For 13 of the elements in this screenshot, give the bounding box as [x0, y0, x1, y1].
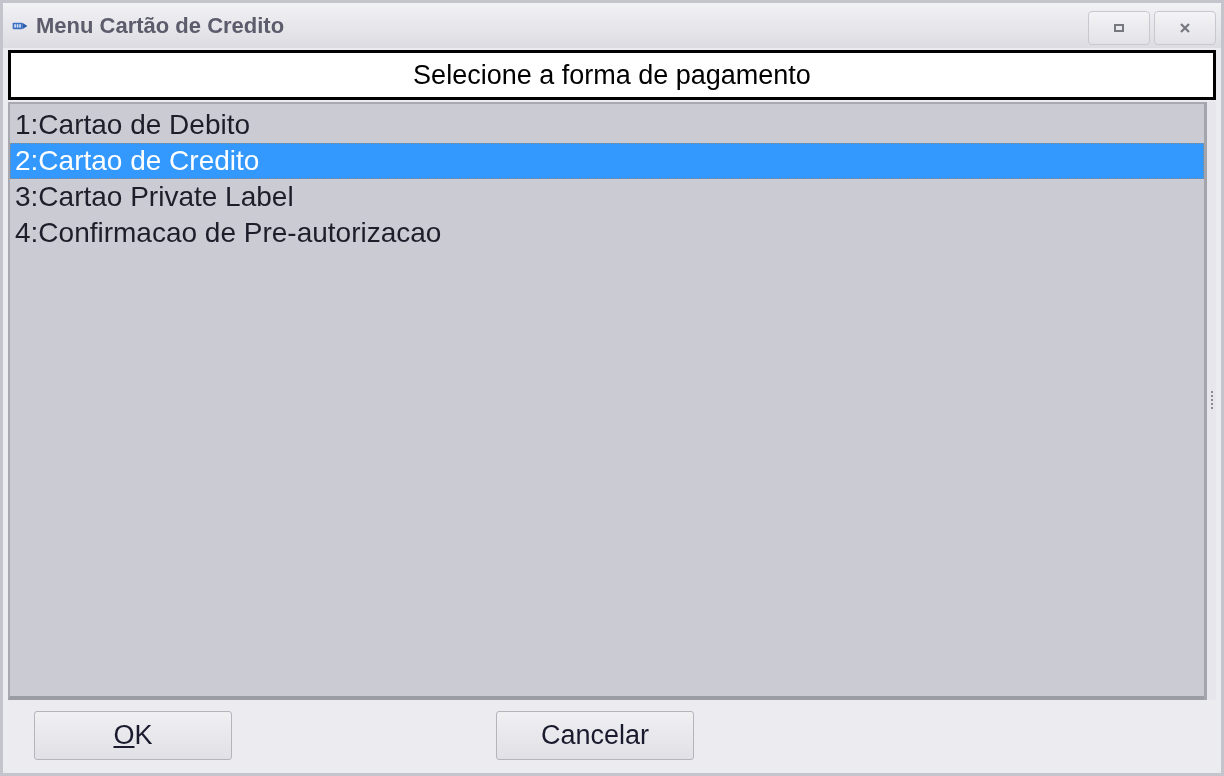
dialog-button[interactable]: Cancelar — [496, 710, 694, 760]
close-icon — [1180, 22, 1190, 33]
maximize-button[interactable] — [1088, 10, 1150, 45]
window-title: Menu Cartão de Credito — [36, 12, 285, 40]
list-item[interactable]: 1:Cartao de Debito — [10, 107, 1204, 143]
list-item[interactable]: 3:Cartao Private Label — [10, 179, 1204, 215]
maximize-icon — [1114, 23, 1124, 32]
grip-icon — [1210, 391, 1213, 411]
options-list[interactable]: 1:Cartao de Debito 2:Cartao de Credito 3:Cartao Private Label 4:Confirmacao de Pre-autorizacao — [8, 102, 1204, 700]
dialog-button[interactable]: OK — [34, 710, 232, 760]
prompt-text: Selecione a forma de pagamento — [413, 58, 811, 92]
list-item[interactable]: 4:Confirmacao de Pre-autorizacao — [10, 215, 1204, 251]
app-icon — [12, 21, 28, 30]
